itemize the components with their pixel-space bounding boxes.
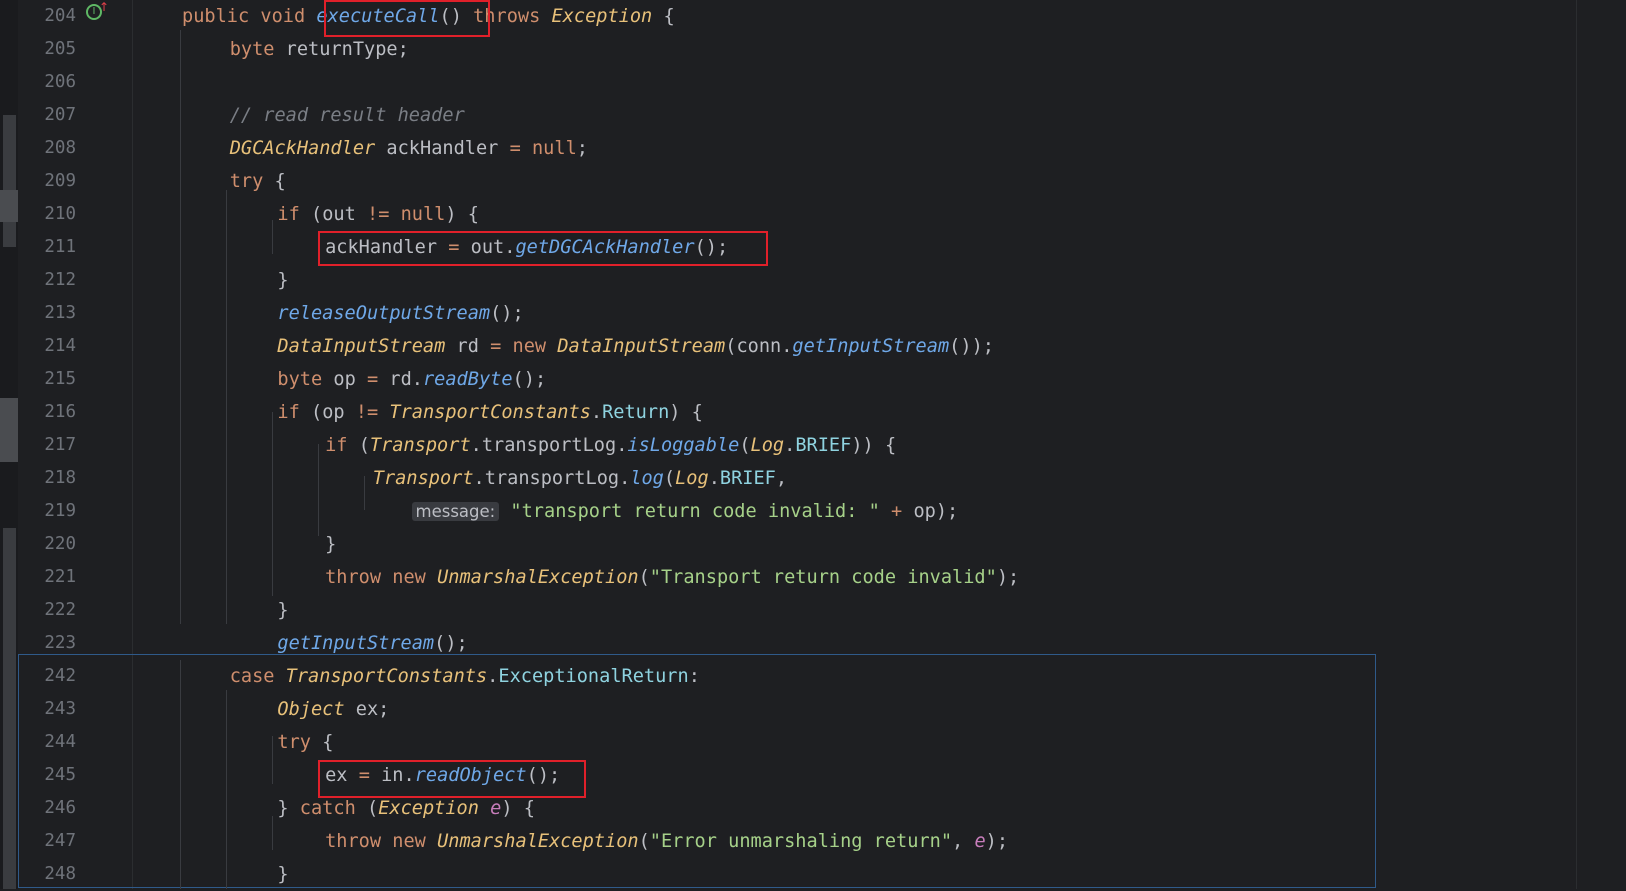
line-number: 215 [44, 369, 76, 389]
code-text[interactable]: } [277, 594, 288, 627]
line-number: 214 [44, 336, 76, 356]
indent-guide [226, 690, 227, 889]
code-line[interactable]: 217 if (Transport.transportLog.isLoggable… [0, 429, 1626, 462]
line-number: 222 [44, 600, 76, 620]
code-line[interactable]: 244 try { [0, 726, 1626, 759]
code-line[interactable]: 206 [0, 66, 1626, 99]
line-number: 206 [44, 72, 76, 92]
code-text[interactable]: if (out != null) { [277, 198, 479, 231]
line-number: 210 [44, 204, 76, 224]
code-text[interactable]: if (op != TransportConstants.Return) { [277, 396, 702, 429]
line-number: 243 [44, 699, 76, 719]
indent-guide [272, 220, 273, 254]
highlight-box-getdgcackhandler [318, 231, 768, 266]
line-number: 244 [44, 732, 76, 752]
code-line[interactable]: 207 // read result header [0, 99, 1626, 132]
code-line[interactable]: 223 getInputStream(); [0, 627, 1626, 660]
code-text[interactable]: byte op = rd.readByte(); [277, 363, 546, 396]
indent-guide [272, 412, 273, 596]
code-line[interactable]: 208 DGCAckHandler ackHandler = null; [0, 132, 1626, 165]
indent-guide [364, 476, 365, 510]
code-text[interactable]: releaseOutputStream(); [277, 297, 523, 330]
code-text[interactable]: DataInputStream rd = new DataInputStream… [277, 330, 994, 363]
parameter-inlay-hint: message: [411, 502, 500, 521]
code-line[interactable]: 209 try { [0, 165, 1626, 198]
code-line[interactable]: 215 byte op = rd.readByte(); [0, 363, 1626, 396]
line-number: 245 [44, 765, 76, 785]
code-line[interactable]: 242 case TransportConstants.ExceptionalRe… [0, 660, 1626, 693]
code-editor[interactable]: I ↑ 204 public void executeCall() throws … [0, 0, 1626, 889]
code-line[interactable]: 246} catch (Exception e) { [0, 792, 1626, 825]
line-number: 205 [44, 39, 76, 59]
code-text[interactable]: Transport.transportLog.log(Log.BRIEF, [373, 462, 787, 495]
line-number: 216 [44, 402, 76, 422]
highlight-box-executecall [324, 0, 490, 37]
indent-guide [226, 190, 227, 624]
code-line[interactable]: 213 releaseOutputStream(); [0, 297, 1626, 330]
code-text[interactable]: throw new UnmarshalException("Error unma… [325, 825, 1008, 858]
line-number: 207 [44, 105, 76, 125]
line-number: 221 [44, 567, 76, 587]
indent-guide [180, 660, 181, 889]
code-text[interactable]: message: "transport return code invalid:… [411, 495, 958, 528]
code-line[interactable]: 214 DataInputStream rd = new DataInputStr… [0, 330, 1626, 363]
code-line[interactable]: 219 message: "transport return code inval… [0, 495, 1626, 528]
code-line[interactable]: 220} [0, 528, 1626, 561]
code-line[interactable]: 210 if (out != null) { [0, 198, 1626, 231]
line-number: 220 [44, 534, 76, 554]
code-line[interactable]: 245 ex = in.readObject(); [0, 759, 1626, 792]
line-number: 223 [44, 633, 76, 653]
code-line[interactable]: 205 byte returnType; [0, 33, 1626, 66]
line-number: 219 [44, 501, 76, 521]
code-line[interactable]: 216 if (op != TransportConstants.Return) … [0, 396, 1626, 429]
code-text[interactable]: // read result header [230, 99, 465, 132]
indent-guide [180, 30, 181, 624]
indent-guide [272, 816, 273, 850]
code-text[interactable]: try { [277, 726, 333, 759]
line-number: 209 [44, 171, 76, 191]
code-text[interactable]: } [277, 858, 288, 891]
line-number: 212 [44, 270, 76, 290]
code-line[interactable]: 211 ackHandler = out.getDGCAckHandler(); [0, 231, 1626, 264]
code-line[interactable]: 243 Object ex; [0, 693, 1626, 726]
line-number: 248 [44, 864, 76, 884]
code-text[interactable]: if (Transport.transportLog.isLoggable(Lo… [325, 429, 896, 462]
code-text[interactable]: byte returnType; [230, 33, 409, 66]
indent-guide [272, 736, 273, 784]
code-text[interactable]: Object ex; [277, 693, 389, 726]
code-line[interactable]: 218 Transport.transportLog.log(Log.BRIEF, [0, 462, 1626, 495]
code-line[interactable]: 247 throw new UnmarshalException("Error u… [0, 825, 1626, 858]
code-text[interactable]: } [277, 264, 288, 297]
code-text[interactable]: case TransportConstants.ExceptionalRetur… [230, 660, 700, 693]
line-number: 247 [44, 831, 76, 851]
code-text[interactable]: try { [230, 165, 286, 198]
code-text[interactable]: getInputStream(); [277, 627, 467, 660]
code-text[interactable]: DGCAckHandler ackHandler = null; [230, 132, 588, 165]
code-line[interactable]: 212} [0, 264, 1626, 297]
line-number: 246 [44, 798, 76, 818]
code-line[interactable]: 221 throw new UnmarshalException("Transpo… [0, 561, 1626, 594]
line-number: 218 [44, 468, 76, 488]
code-line[interactable]: 222} [0, 594, 1626, 627]
line-number: 211 [44, 237, 76, 257]
code-line[interactable]: 204 public void executeCall() throws Exce… [0, 0, 1626, 33]
line-number: 217 [44, 435, 76, 455]
code-text[interactable]: throw new UnmarshalException("Transport … [325, 561, 1019, 594]
indent-guide [318, 444, 319, 536]
highlight-box-readobject [318, 760, 586, 798]
line-number: 204 [44, 6, 76, 26]
line-number: 208 [44, 138, 76, 158]
code-line[interactable]: 248} [0, 858, 1626, 891]
line-number: 213 [44, 303, 76, 323]
line-number: 242 [44, 666, 76, 686]
code-text[interactable]: } [325, 528, 336, 561]
